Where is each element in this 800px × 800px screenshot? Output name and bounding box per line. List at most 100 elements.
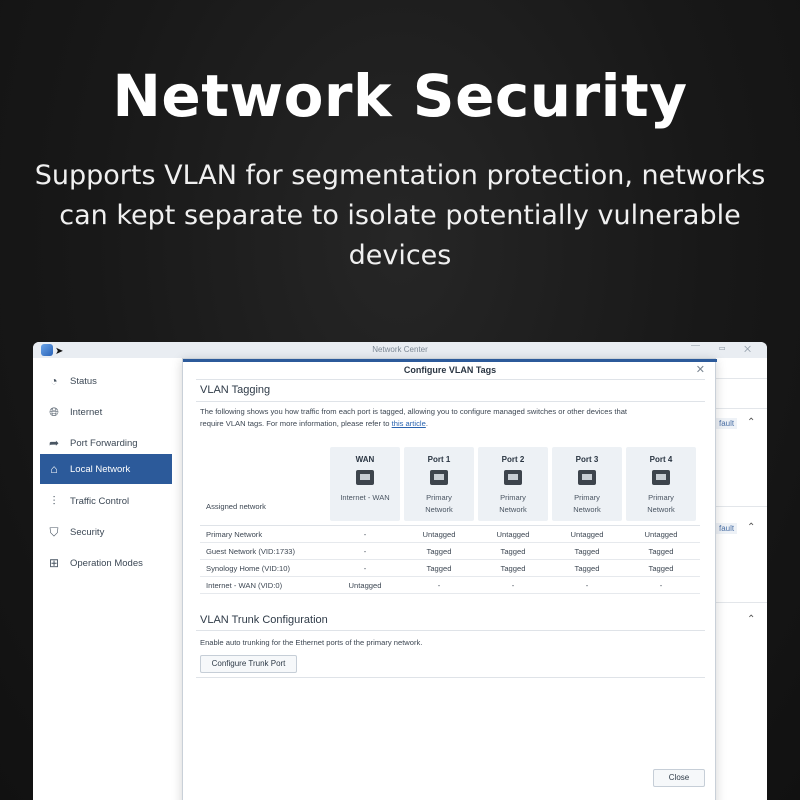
configure-trunk-port-button[interactable]: Configure Trunk Port (200, 655, 297, 673)
divider (196, 677, 705, 678)
port-network-line: Network (499, 505, 527, 514)
divider (715, 408, 767, 409)
ethernet-port-icon (356, 470, 374, 485)
network-name: Synology Home (VID:10) (206, 564, 290, 573)
tag-cell: Tagged (574, 564, 600, 573)
assigned-network-label: Assigned network (206, 502, 266, 511)
sidebar-item-local-network[interactable]: ⌂ Local Network (40, 454, 172, 484)
description-text: require VLAN tags. For more information,… (200, 419, 392, 428)
divider (715, 602, 767, 603)
window-title: Network Center (372, 345, 428, 354)
trunk-description: Enable auto trunking for the Ethernet po… (200, 638, 423, 647)
network-name: Guest Network (VID:1733) (206, 547, 296, 556)
tag-cell: Untagged (422, 530, 456, 539)
tag-cell: - (585, 581, 589, 590)
router-icon: ⊞ (48, 556, 60, 570)
chevron-up-icon[interactable]: ⌃ (747, 614, 755, 625)
sidebar-item-operation-modes[interactable]: ⊞ Operation Modes (40, 548, 172, 578)
tag-cell: - (363, 547, 367, 556)
divider (715, 378, 767, 379)
tag-cell: Tagged (648, 564, 674, 573)
tag-cell: - (659, 581, 663, 590)
hero-subtitle: Supports VLAN for segmentation protectio… (30, 156, 770, 276)
divider (196, 401, 705, 402)
section-title-vlan-tagging: VLAN Tagging (200, 384, 271, 396)
port-name: Port 3 (575, 455, 599, 464)
tag-cell: Tagged (426, 547, 452, 556)
table-row: Internet - WAN (VID:0) Untagged - - - - (200, 577, 700, 594)
status-icon: ◔ (50, 374, 58, 388)
sidebar-item-status[interactable]: ◔ Status (40, 366, 172, 396)
table-row: Primary Network - Untagged Untagged Unta… (200, 526, 700, 543)
sidebar-item-label: Internet (70, 406, 103, 418)
port-network-line: Network (573, 505, 601, 514)
tag-cell: Untagged (348, 581, 382, 590)
divider (196, 630, 705, 631)
sidebar-item-label: Operation Modes (70, 557, 143, 569)
tag-cell: - (437, 581, 441, 590)
tag-cell: Tagged (426, 564, 452, 573)
home-network-icon: ⌂ (50, 462, 58, 476)
chevron-up-icon[interactable]: ⌃ (747, 417, 755, 428)
tag-cell: - (363, 564, 367, 573)
hero-subtitle-line: Supports VLAN for segmentation protectio… (34, 160, 766, 191)
network-name: Internet - WAN (VID:0) (206, 581, 283, 590)
port-network-line: Internet - WAN (340, 493, 390, 502)
window-titlebar[interactable]: ➤ Network Center ⎺ ▭ ✕ (33, 342, 767, 358)
table-row: Guest Network (VID:1733) - Tagged Tagged… (200, 543, 700, 560)
tag-cell: Tagged (500, 547, 526, 556)
divider (196, 379, 705, 380)
port-card-port1: Port 1 Primary Network (404, 447, 474, 521)
chevron-up-icon[interactable]: ⌃ (747, 522, 755, 533)
port-network-line: Network (647, 505, 675, 514)
configure-vlan-dialog: Configure VLAN Tags ✕ VLAN Tagging The f… (182, 358, 717, 800)
sidebar-item-security[interactable]: ⛉ Security (40, 517, 172, 547)
description-text: . (425, 419, 428, 428)
ethernet-port-icon (652, 470, 670, 485)
description-line: require VLAN tags. For more information,… (200, 418, 700, 430)
port-card-wan: WAN Internet - WAN (330, 447, 400, 521)
port-network-line: Network (425, 505, 453, 514)
port-name: Port 4 (649, 455, 673, 464)
port-network-line: Primary (648, 493, 674, 502)
hero-title: Network Security (112, 62, 688, 130)
section-title-vlan-trunk: VLAN Trunk Configuration (200, 614, 328, 626)
network-name: Primary Network (206, 530, 263, 539)
sidebar-item-internet[interactable]: 🌐︎ Internet (40, 397, 172, 427)
vlan-description: The following shows you how traffic from… (200, 406, 700, 430)
tag-cell: Tagged (648, 547, 674, 556)
divider (715, 506, 767, 507)
sliders-icon: ⫶ (52, 493, 56, 508)
sidebar-item-label: Port Forwarding (70, 437, 138, 449)
description-line: The following shows you how traffic from… (200, 407, 628, 416)
tag-cell: - (511, 581, 515, 590)
globe-icon: 🌐︎ (49, 404, 59, 419)
close-button[interactable]: Close (653, 769, 705, 787)
port-network-line: Primary (426, 493, 452, 502)
tag-cell: Tagged (574, 547, 600, 556)
port-network: Primary Network (478, 492, 548, 516)
port-network-line: Primary (574, 493, 600, 502)
table-row: Synology Home (VID:10) - Tagged Tagged T… (200, 560, 700, 577)
ethernet-port-icon (578, 470, 596, 485)
this-article-link[interactable]: this article (392, 419, 426, 428)
dialog-accent-bar (183, 359, 717, 362)
default-badge: fault (716, 523, 738, 534)
shield-icon: ⛉ (49, 524, 59, 539)
sidebar-item-traffic-control[interactable]: ⫶ Traffic Control (40, 486, 172, 516)
port-network: Primary Network (626, 492, 696, 516)
port-card-port3: Port 3 Primary Network (552, 447, 622, 521)
tag-cell: Untagged (570, 530, 604, 539)
dialog-title: Configure VLAN Tags (403, 365, 497, 375)
network-center-window: ➤ Network Center ⎺ ▭ ✕ ◔ Status 🌐︎ Inter… (33, 342, 767, 800)
tag-cell: Tagged (500, 564, 526, 573)
hero-subtitle-line: can kept separate to isolate potentially… (59, 200, 741, 231)
ethernet-port-icon (430, 470, 448, 485)
port-network: Internet - WAN (330, 492, 400, 504)
window-controls[interactable]: ⎺ ▭ ✕ (691, 344, 759, 355)
tag-cell: Untagged (496, 530, 530, 539)
tag-cell: Untagged (644, 530, 678, 539)
ethernet-port-icon (504, 470, 522, 485)
close-icon[interactable]: ✕ (696, 363, 705, 376)
port-card-port2: Port 2 Primary Network (478, 447, 548, 521)
